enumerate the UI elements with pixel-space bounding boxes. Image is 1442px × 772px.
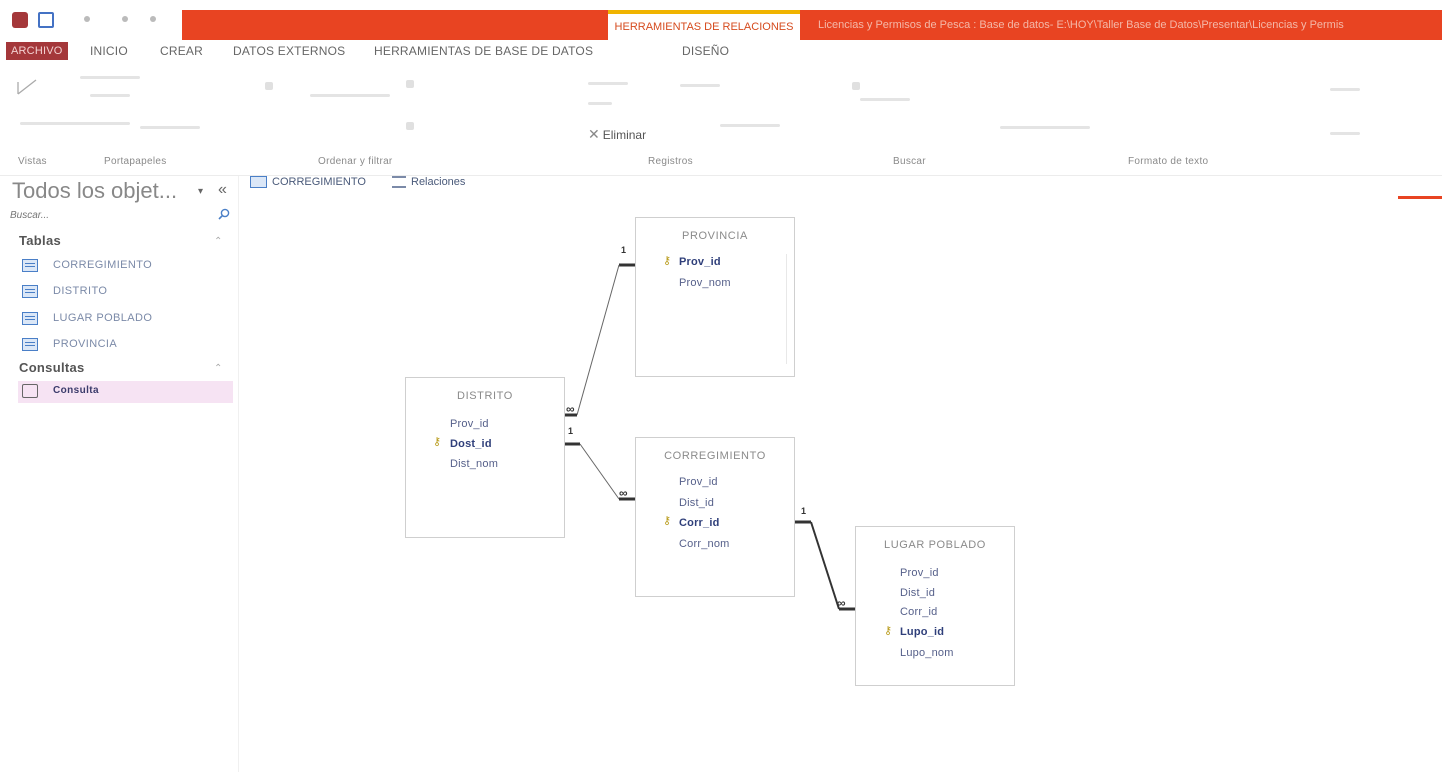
field-corr-nom[interactable]: Corr_nom xyxy=(679,538,730,550)
cardinality-many-label: ∞ xyxy=(619,486,628,500)
tab-datos-externos[interactable]: DATOS EXTERNOS xyxy=(233,44,345,58)
nav-dropdown-icon[interactable]: ▾ xyxy=(198,186,203,197)
table-lugar-poblado[interactable]: LUGAR POBLADO Prov_id Dist_id Corr_id ⚷ … xyxy=(855,526,1015,686)
primary-key-icon: ⚷ xyxy=(663,255,672,267)
group-portapapeles: Portapapeles xyxy=(104,156,167,167)
table-distrito[interactable]: DISTRITO Prov_id ⚷ Dost_id Dist_nom xyxy=(405,377,565,538)
cardinality-one-label: 1 xyxy=(801,506,807,516)
field-prov-id[interactable]: Prov_id xyxy=(900,567,939,579)
primary-key-icon: ⚷ xyxy=(433,436,442,448)
relationship-line[interactable] xyxy=(579,443,620,500)
tab-archivo[interactable]: ARCHIVO xyxy=(6,42,68,60)
search-icon[interactable] xyxy=(218,208,230,220)
table-title: DISTRITO xyxy=(457,390,513,402)
table-icon xyxy=(250,176,267,189)
query-icon xyxy=(22,384,38,398)
view-icon[interactable] xyxy=(16,78,38,96)
cardinality-many-label: ∞ xyxy=(837,596,846,610)
table-icon xyxy=(22,285,38,298)
relationships-canvas[interactable]: 1 ∞ 1 ∞ 1 ∞ PROVINCIA ⚷ Prov_id Prov_nom… xyxy=(239,200,1442,772)
group-registros: Registros xyxy=(648,156,693,167)
group-vistas: Vistas xyxy=(18,156,47,167)
save-icon[interactable] xyxy=(38,12,54,28)
ribbon: ✕ Eliminar Vistas Portapapeles Ordenar y … xyxy=(0,64,1442,176)
nav-item-corregimiento[interactable]: CORREGIMIENTO xyxy=(18,255,233,277)
section-consultas[interactable]: Consultas xyxy=(19,360,85,375)
table-title: PROVINCIA xyxy=(682,230,748,242)
table-icon xyxy=(22,338,38,351)
relationships-icon xyxy=(392,176,406,189)
nav-item-distrito[interactable]: DISTRITO xyxy=(18,281,233,303)
primary-key-icon: ⚷ xyxy=(663,515,672,527)
redo-icon[interactable] xyxy=(122,16,128,22)
field-lupo-id[interactable]: Lupo_id xyxy=(900,626,944,638)
nav-search-input[interactable]: Buscar... xyxy=(10,210,49,221)
undo-icon[interactable] xyxy=(84,16,90,22)
navigation-pane: Todos los objet... ▾ « Buscar... Tablas … xyxy=(0,176,238,772)
cardinality-one-label: 1 xyxy=(568,426,574,436)
field-prov-id[interactable]: Prov_id xyxy=(679,476,718,488)
table-corregimiento[interactable]: CORREGIMIENTO Prov_id Dist_id ⚷ Corr_id … xyxy=(635,437,795,597)
chevron-up-icon[interactable]: ⌃ xyxy=(214,363,222,374)
table-title: CORREGIMIENTO xyxy=(664,450,766,462)
title-bar: HERRAMIENTAS DE RELACIONES Licencias y P… xyxy=(0,0,1442,40)
group-formato-texto: Formato de texto xyxy=(1128,156,1209,167)
primary-key-icon: ⚷ xyxy=(884,625,893,637)
tab-inicio[interactable]: INICIO xyxy=(90,44,128,58)
table-provincia[interactable]: PROVINCIA ⚷ Prov_id Prov_nom xyxy=(635,217,795,377)
field-prov-id[interactable]: Prov_id xyxy=(450,418,489,430)
cardinality-many-label: ∞ xyxy=(566,402,575,416)
doc-tab-relaciones[interactable]: Relaciones xyxy=(392,176,465,198)
customize-qat-icon[interactable] xyxy=(150,16,156,22)
delete-x-icon: ✕ xyxy=(588,126,600,142)
section-tablas[interactable]: Tablas xyxy=(19,233,61,248)
table-title: LUGAR POBLADO xyxy=(884,539,986,551)
field-dist-id[interactable]: Dist_id xyxy=(679,497,714,509)
field-prov-id[interactable]: Prov_id xyxy=(679,256,721,268)
group-ordenar-filtrar: Ordenar y filtrar xyxy=(318,156,393,167)
collapse-pane-icon[interactable]: « xyxy=(218,181,227,199)
field-lupo-nom[interactable]: Lupo_nom xyxy=(900,647,954,659)
tab-herramientas-bd[interactable]: HERRAMIENTAS DE BASE DE DATOS xyxy=(374,44,593,58)
field-dost-id[interactable]: Dost_id xyxy=(450,438,492,450)
field-dist-id[interactable]: Dist_id xyxy=(900,587,935,599)
access-app-icon[interactable] xyxy=(12,12,28,28)
table-icon xyxy=(22,259,38,272)
context-tab-relationship-tools[interactable]: HERRAMIENTAS DE RELACIONES xyxy=(608,10,800,40)
table-icon xyxy=(22,312,38,325)
field-corr-id[interactable]: Corr_id xyxy=(679,517,720,529)
doc-tab-corregimiento[interactable]: CORREGIMIENTO xyxy=(250,176,366,198)
ribbon-tabs: ARCHIVO INICIO CREAR DATOS EXTERNOS HERR… xyxy=(0,40,1442,64)
field-prov-nom[interactable]: Prov_nom xyxy=(679,277,731,289)
relationship-line[interactable] xyxy=(810,521,840,610)
nav-item-lugar-poblado[interactable]: LUGAR POBLADO xyxy=(18,308,233,330)
field-dist-nom[interactable]: Dist_nom xyxy=(450,458,498,470)
field-corr-id[interactable]: Corr_id xyxy=(900,606,937,618)
tab-diseno[interactable]: DISEÑO xyxy=(682,44,729,58)
nav-item-consulta[interactable]: Consulta xyxy=(18,381,233,403)
accent-marker xyxy=(1398,196,1442,199)
field-list-scrollbar[interactable] xyxy=(786,254,787,364)
title-band xyxy=(182,10,608,40)
tab-crear[interactable]: CREAR xyxy=(160,44,203,58)
group-buscar: Buscar xyxy=(893,156,926,167)
cardinality-one-label: 1 xyxy=(621,245,627,255)
delete-button[interactable]: ✕ Eliminar xyxy=(588,126,646,143)
window-title-path: Licencias y Permisos de Pesca : Base de … xyxy=(800,10,1442,40)
relationship-line[interactable] xyxy=(576,264,620,416)
nav-item-provincia[interactable]: PROVINCIA xyxy=(18,334,233,356)
chevron-up-icon[interactable]: ⌃ xyxy=(214,236,222,247)
nav-pane-title[interactable]: Todos los objet... xyxy=(12,178,177,204)
